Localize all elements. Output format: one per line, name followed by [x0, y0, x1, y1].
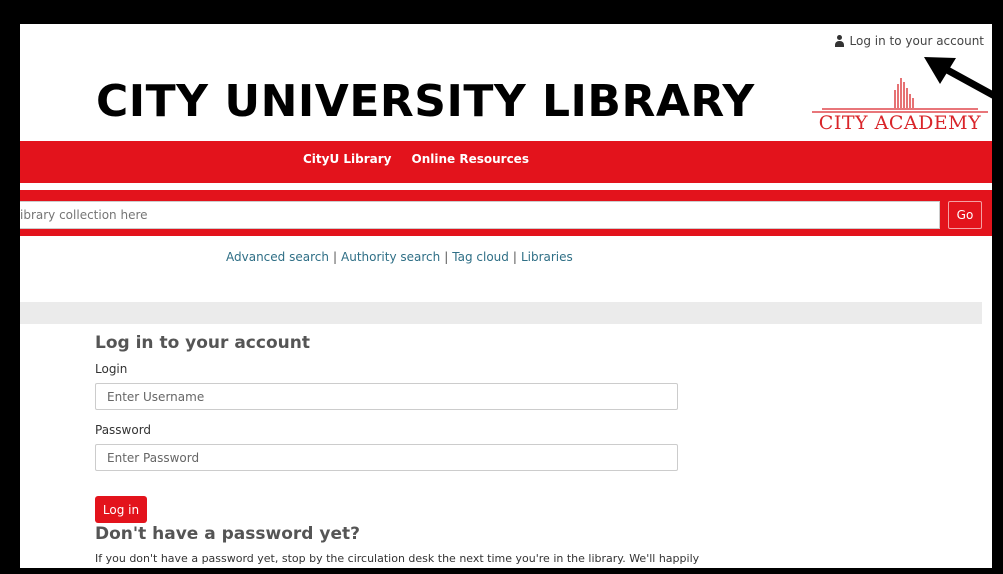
- no-password-heading: Don't have a password yet?: [95, 524, 360, 544]
- password-input[interactable]: [95, 444, 678, 471]
- login-submit-button[interactable]: Log in: [95, 496, 147, 523]
- tag-cloud-link[interactable]: Tag cloud: [452, 250, 509, 264]
- user-icon: [834, 35, 845, 47]
- authority-search-link[interactable]: Authority search: [341, 250, 440, 264]
- breadcrumb-bar: [20, 302, 982, 324]
- login-label: Login: [95, 362, 128, 376]
- no-password-text: If you don't have a password yet, stop b…: [95, 552, 700, 565]
- libraries-link[interactable]: Libraries: [521, 250, 573, 264]
- site-title: CITY UNIVERSITY LIBRARY: [96, 76, 755, 127]
- search-bar: Go: [20, 190, 992, 236]
- link-separator: |: [332, 250, 337, 264]
- advanced-search-link[interactable]: Advanced search: [226, 250, 329, 264]
- browser-viewport: Log in to your account CITY UNIVERSITY L…: [20, 24, 992, 568]
- link-separator: |: [444, 250, 449, 264]
- login-link-label: Log in to your account: [849, 34, 984, 48]
- login-heading: Log in to your account: [95, 333, 310, 353]
- arrow-annotation-icon: [924, 57, 1003, 104]
- nav-item-cityu-library[interactable]: CityU Library: [303, 152, 392, 166]
- main-nav: CityU Library Online Resources: [20, 141, 992, 183]
- screenshot-frame: Log in to your account CITY UNIVERSITY L…: [0, 0, 1003, 574]
- link-separator: |: [512, 250, 517, 264]
- search-input[interactable]: [20, 201, 940, 229]
- logo-text: CITY ACADEMY: [818, 112, 982, 134]
- search-go-button[interactable]: Go: [948, 201, 982, 229]
- login-link[interactable]: Log in to your account: [834, 34, 984, 48]
- username-input[interactable]: [95, 383, 678, 410]
- nav-item-online-resources[interactable]: Online Resources: [412, 152, 529, 166]
- more-searches-links: Advanced search | Authority search | Tag clo…: [226, 250, 573, 264]
- password-label: Password: [95, 423, 152, 437]
